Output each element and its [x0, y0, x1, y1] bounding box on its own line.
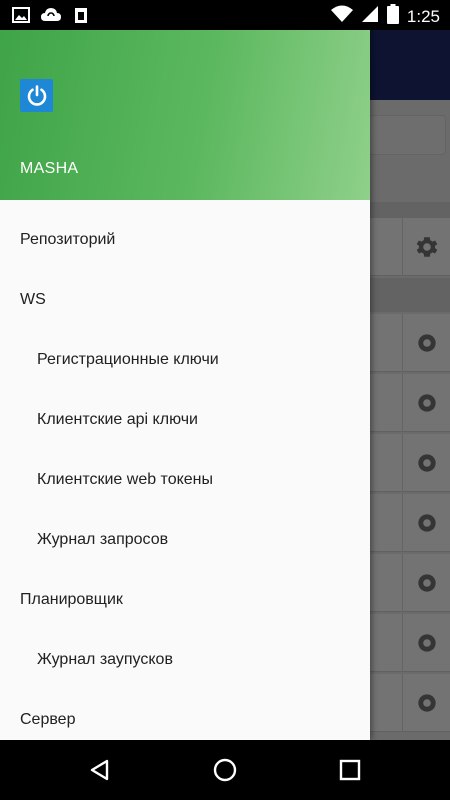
drawer-user-name: MASHA — [20, 160, 79, 177]
battery-icon — [386, 4, 399, 29]
signal-icon — [361, 5, 379, 28]
system-nav-bar — [0, 740, 450, 800]
status-bar: 1:25 — [0, 0, 450, 30]
menu-item-request-log[interactable]: Журнал запросов — [0, 510, 370, 570]
clipboard-icon — [72, 6, 90, 29]
menu-item-client-api-keys[interactable]: Клиентские api ключи — [0, 390, 370, 450]
home-icon[interactable] — [209, 754, 241, 786]
wifi-icon — [330, 5, 353, 28]
image-icon — [12, 6, 30, 29]
menu-item-scheduler[interactable]: Планировщик — [0, 570, 370, 630]
power-icon — [20, 79, 53, 112]
drawer-header: MASHA — [0, 30, 370, 200]
menu-item-server[interactable]: Сервер — [0, 690, 370, 740]
menu-item-ws[interactable]: WS — [0, 270, 370, 330]
drawer-menu: Репозиторий WS Регистрационные ключи Кли… — [0, 210, 370, 740]
menu-item-registration-keys[interactable]: Регистрационные ключи — [0, 330, 370, 390]
back-icon[interactable] — [84, 754, 116, 786]
menu-item-repository[interactable]: Репозиторий — [0, 210, 370, 270]
recents-icon[interactable] — [334, 754, 366, 786]
navigation-drawer: MASHA Репозиторий WS Регистрационные клю… — [0, 30, 370, 740]
status-time: 1:25 — [406, 6, 440, 26]
menu-item-client-web-tokens[interactable]: Клиентские web токены — [0, 450, 370, 510]
menu-item-launch-log[interactable]: Журнал заупусков — [0, 630, 370, 690]
cloud-sync-icon — [40, 6, 62, 29]
